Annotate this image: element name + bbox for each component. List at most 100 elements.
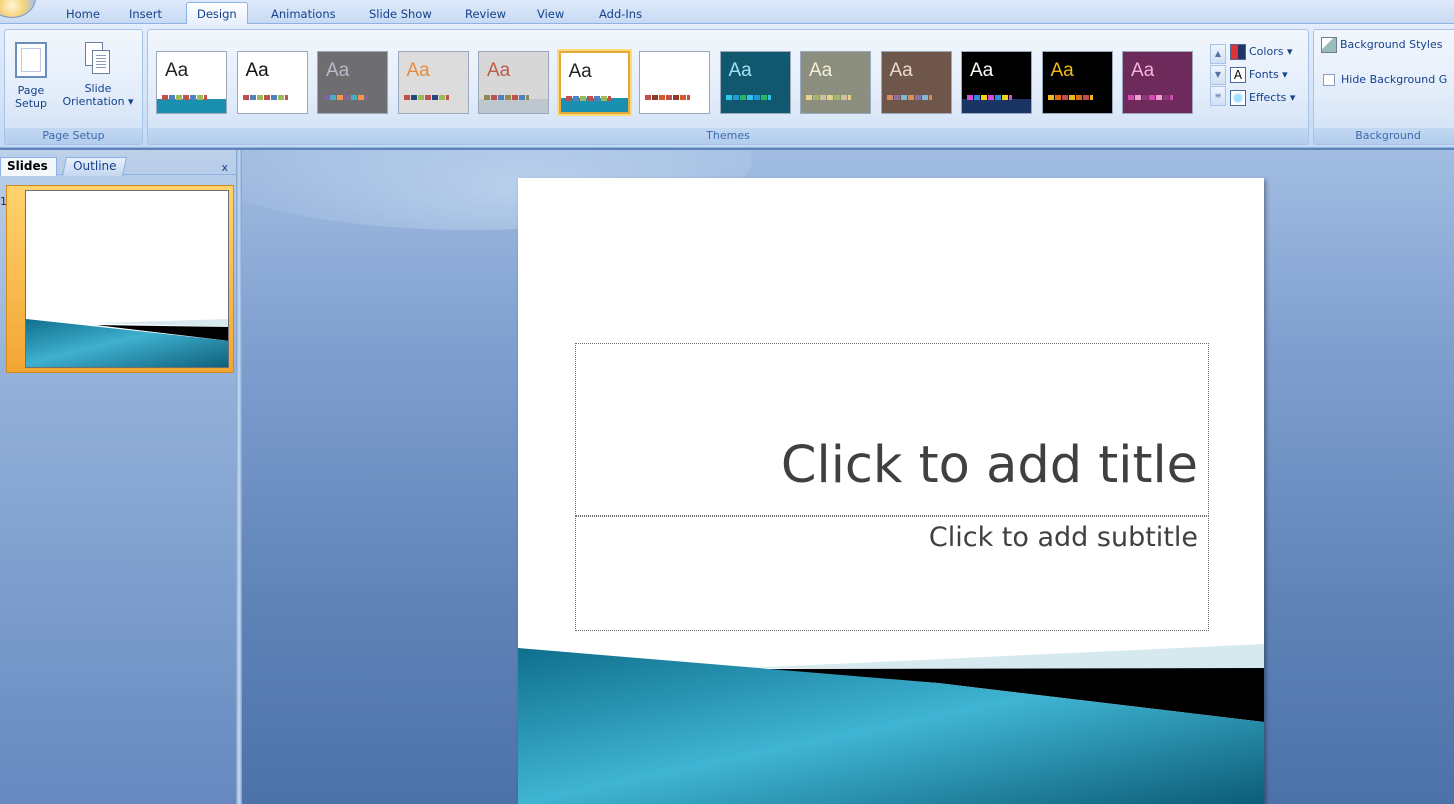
theme-thumbnail-10[interactable]: Aa [880,51,952,114]
theme-accent-bar [1042,99,1112,113]
slide-orientation-button[interactable]: Slide Orientation ▾ [55,42,141,108]
hide-background-checkbox[interactable]: Hide Background G [1323,73,1447,86]
theme-effects-label: Effects ▾ [1249,91,1296,104]
theme-color-strip [323,95,368,100]
theme-effects-button[interactable]: Effects ▾ [1230,90,1295,106]
theme-sample-text: Aa [568,61,592,82]
theme-accent-bar [318,99,387,113]
theme-color-strip [725,95,771,100]
slide-orientation-icon [85,42,111,76]
theme-sample-text: Aa [728,60,752,81]
theme-color-strip [967,95,1012,100]
theme-color-strip [1047,95,1093,100]
tab-design[interactable]: Design [186,2,248,25]
theme-sample-text: Aa [1131,60,1155,81]
background-group: Background Styles Hide Background G Back… [1313,29,1454,145]
theme-fonts-label: Fonts ▾ [1249,68,1288,81]
checkbox-icon [1323,74,1335,86]
slide-thumbnail-art [26,319,228,367]
theme-thumbnail-11[interactable]: Aa [961,51,1032,114]
theme-accent-bar [801,99,870,113]
tab-add-ins[interactable]: Add-Ins [599,5,642,24]
theme-accent-bar [881,99,951,113]
theme-color-strip [403,95,449,100]
gallery-scroll-down-icon[interactable]: ▼ [1210,65,1226,85]
slide-number: 1 [0,195,7,208]
ribbon-tab-bar: Home Insert Design Animations Slide Show… [0,0,1454,25]
theme-sample-text: Aa [245,60,269,81]
theme-thumbnail-2[interactable]: Aa [236,51,308,114]
theme-accent-bar [237,99,307,113]
tab-slides[interactable]: Slides [0,157,57,176]
close-pane-icon[interactable]: x [221,161,228,174]
theme-accent-bar [157,99,226,113]
page-setup-label-line2: Setup [14,97,48,110]
theme-thumbnail-5[interactable]: Aa [478,51,549,114]
tab-review[interactable]: Review [465,5,506,24]
subtitle-placeholder[interactable]: Click to add subtitle [575,516,1209,631]
gallery-scroll-up-icon[interactable]: ▲ [1210,44,1226,64]
title-placeholder-text: Click to add title [780,436,1198,495]
page-setup-group: Page Setup Slide Orientation ▾ Page Setu… [4,29,143,145]
theme-accent-bar [962,99,1031,113]
tab-home[interactable]: Home [66,5,100,24]
title-placeholder[interactable]: Click to add title [575,343,1209,516]
theme-thumbnail-12[interactable]: Aa [1041,51,1113,114]
theme-thumbnail-8[interactable]: Aa [719,51,791,114]
fonts-icon: A [1230,67,1246,83]
theme-sample-text: Aa [970,60,994,81]
hide-background-label: Hide Background G [1341,73,1448,86]
theme-thumbnail-1[interactable]: Aa [156,51,227,114]
theme-color-strip [886,95,932,100]
theme-thumbnail-9[interactable]: Aa [800,51,871,114]
tab-animations[interactable]: Animations [271,5,336,24]
theme-color-strip [162,95,207,100]
slide-canvas[interactable]: Click to add title Click to add subtitle [518,178,1264,804]
ribbon: Page Setup Slide Orientation ▾ Page Setu… [0,24,1454,148]
slide-thumbnail[interactable] [25,190,229,368]
tab-slide-show[interactable]: Slide Show [369,5,432,24]
slide-orientation-label-line2: Orientation ▾ [62,95,134,108]
themes-group-label: Themes [148,128,1308,144]
page-setup-group-label: Page Setup [5,128,142,144]
colors-icon [1230,44,1246,60]
tab-view[interactable]: View [537,5,564,24]
background-styles-label: Background Styles [1340,38,1443,51]
theme-thumbnail-6[interactable]: Aa [558,51,630,114]
theme-accent-bar [720,99,790,113]
theme-sample-text: Aa [487,60,511,81]
theme-color-strip [565,96,611,101]
theme-color-strip [484,95,529,100]
tab-outline[interactable]: Outline [61,157,128,176]
pane-tabs: Slides Outline x [0,155,236,176]
theme-accent-bar [1123,99,1192,113]
theme-thumbnail-7[interactable]: Aa [639,51,710,114]
themes-group: Aa Aa Aa Aa Aa Aa Aa Aa Aa Aa Aa Aa Aa ▲ ▼ ≡ Colors … [147,29,1309,145]
theme-fonts-button[interactable]: A Fonts ▾ [1230,67,1288,83]
theme-thumbnail-13[interactable]: Aa [1122,51,1193,114]
background-group-label: Background [1314,128,1454,144]
tab-insert[interactable]: Insert [129,5,162,24]
page-setup-label-line1: Page [17,84,45,97]
theme-thumbnail-4[interactable]: Aa [397,51,469,114]
theme-color-strip [645,95,690,100]
theme-colors-button[interactable]: Colors ▾ [1230,44,1292,60]
slides-pane: Slides Outline x 1 [0,150,236,804]
theme-sample-text: Aa [406,60,430,81]
theme-sample-text: Aa [1050,60,1074,81]
background-styles-button[interactable]: Background Styles [1321,37,1442,53]
theme-thumbnail-3[interactable]: Aa [317,51,388,114]
gallery-more-icon[interactable]: ≡ [1210,86,1226,106]
slide-orientation-label-line1: Slide [84,82,112,95]
page-setup-button[interactable]: Page Setup [9,42,53,110]
theme-sample-text: Aa [326,60,350,81]
effects-icon [1230,90,1246,106]
theme-sample-text: Aa [889,60,913,81]
tab-outline-label: Outline [73,159,117,173]
theme-color-strip [1128,95,1173,100]
theme-color-strip [242,95,288,100]
page-setup-icon [15,42,47,78]
subtitle-placeholder-text: Click to add subtitle [928,522,1198,553]
theme-accent-bar [398,99,468,113]
office-button[interactable] [0,0,36,18]
